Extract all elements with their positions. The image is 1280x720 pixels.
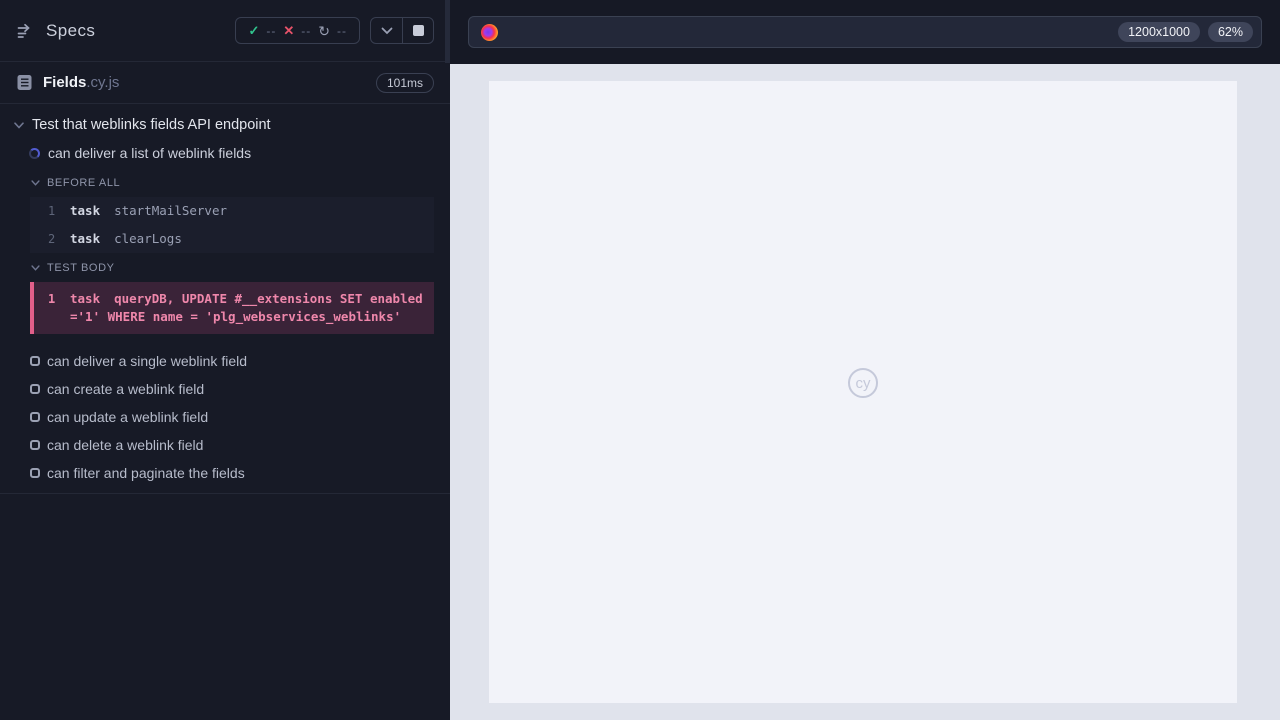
chevron-down-icon bbox=[14, 121, 24, 129]
reporter-panel: Specs ✓ -- ✕ -- ↻ -- Fields.cy.js 101ms … bbox=[0, 0, 450, 720]
before-all-header[interactable]: BEFORE ALL bbox=[0, 171, 450, 194]
command-text: queryDB, UPDATE #__extensions SET enable… bbox=[70, 291, 423, 324]
command-message: task clearLogs bbox=[70, 230, 182, 248]
specs-menu-icon[interactable] bbox=[16, 22, 34, 40]
spec-file-row[interactable]: Fields.cy.js 101ms bbox=[0, 62, 450, 104]
pending-test-icon bbox=[30, 468, 40, 478]
browser-header: 1200x1000 62% bbox=[450, 0, 1280, 64]
spec-extension: .cy.js bbox=[86, 74, 120, 91]
active-test-title: can deliver a list of weblink fields bbox=[48, 145, 252, 161]
pending-test-icon bbox=[30, 440, 40, 450]
viewport-scale-badge[interactable]: 62% bbox=[1207, 22, 1253, 42]
active-test-row[interactable]: can deliver a list of weblink fields bbox=[0, 138, 450, 168]
pending-test-row[interactable]: can delete a weblink field bbox=[0, 431, 450, 459]
command-text: startMailServer bbox=[114, 203, 227, 218]
app-region: 1200x1000 62% cy bbox=[450, 0, 1280, 720]
command-text: clearLogs bbox=[114, 231, 182, 246]
pending-test-title: can create a weblink field bbox=[47, 381, 205, 397]
command-method: task bbox=[70, 291, 101, 306]
pending-test-icon bbox=[30, 356, 40, 366]
collapse-all-button[interactable] bbox=[371, 18, 402, 43]
command-method: task bbox=[70, 203, 101, 218]
stop-icon bbox=[412, 25, 424, 36]
pending-test-row[interactable]: can filter and paginate the fields bbox=[0, 459, 450, 487]
hook-label: BEFORE ALL bbox=[47, 177, 121, 189]
failed-icon: ✕ bbox=[283, 22, 295, 38]
spec-file-name: Fields.cy.js bbox=[43, 74, 119, 91]
test-running-spinner-icon bbox=[29, 147, 40, 159]
running-count: -- bbox=[337, 23, 347, 38]
run-controls bbox=[370, 17, 434, 44]
passed-icon: ✓ bbox=[248, 22, 260, 38]
command-method: task bbox=[70, 231, 101, 246]
command-number: 1 bbox=[48, 204, 56, 218]
pending-test-icon bbox=[30, 384, 40, 394]
spec-basename: Fields bbox=[43, 74, 87, 91]
pending-test-title: can delete a weblink field bbox=[47, 437, 204, 453]
reporter-header: Specs ✓ -- ✕ -- ↻ -- bbox=[0, 0, 450, 62]
command-message: task queryDB, UPDATE #__extensions SET en… bbox=[70, 290, 428, 326]
suite-row[interactable]: Test that weblinks fields API endpoint bbox=[0, 112, 450, 138]
passed-count: -- bbox=[266, 23, 277, 38]
before-all-commands: 1 task startMailServer 2 task clearLogs bbox=[30, 197, 434, 253]
spec-duration-badge: 101ms bbox=[375, 72, 434, 93]
pending-test-title: can deliver a single weblink field bbox=[47, 353, 247, 369]
command-message: task startMailServer bbox=[70, 202, 227, 220]
chevron-down-icon bbox=[31, 265, 40, 271]
test-body-commands: 1 task queryDB, UPDATE #__extensions SET … bbox=[30, 282, 434, 334]
pending-test-title: can filter and paginate the fields bbox=[47, 465, 245, 481]
test-stats: ✓ -- ✕ -- ↻ -- bbox=[235, 17, 360, 44]
hook-label: TEST BODY bbox=[47, 262, 115, 274]
command-number: 2 bbox=[48, 232, 56, 246]
pending-test-row[interactable]: can update a weblink field bbox=[0, 403, 450, 431]
pending-test-title: can update a weblink field bbox=[47, 409, 209, 425]
suite-title: Test that weblinks fields API endpoint bbox=[32, 117, 271, 133]
runnables-list: Test that weblinks fields API endpoint c… bbox=[0, 104, 450, 494]
running-icon: ↻ bbox=[318, 22, 330, 39]
pending-test-row[interactable]: can create a weblink field bbox=[0, 375, 450, 403]
failed-count: -- bbox=[301, 23, 312, 38]
command-row[interactable]: 1 task startMailServer bbox=[30, 197, 434, 225]
viewport-area: cy bbox=[450, 64, 1280, 720]
command-number: 1 bbox=[48, 292, 56, 306]
command-row[interactable]: 2 task clearLogs bbox=[30, 225, 434, 253]
url-bar[interactable]: 1200x1000 62% bbox=[468, 16, 1262, 48]
pending-test-icon bbox=[30, 412, 40, 422]
aut-iframe[interactable]: cy bbox=[489, 81, 1237, 703]
viewport-size-badge[interactable]: 1200x1000 bbox=[1118, 22, 1200, 42]
cypress-watermark-icon: cy bbox=[848, 368, 878, 398]
command-row-active[interactable]: 1 task queryDB, UPDATE #__extensions SET … bbox=[34, 285, 434, 331]
firefox-icon bbox=[481, 23, 498, 41]
spec-file-icon bbox=[16, 74, 33, 91]
chevron-down-icon bbox=[31, 180, 40, 186]
panel-title: Specs bbox=[46, 20, 96, 40]
test-body-header[interactable]: TEST BODY bbox=[0, 256, 450, 279]
pending-test-row[interactable]: can deliver a single weblink field bbox=[0, 347, 450, 375]
stop-button[interactable] bbox=[402, 18, 433, 43]
pending-tests: can deliver a single weblink field can c… bbox=[0, 337, 450, 493]
